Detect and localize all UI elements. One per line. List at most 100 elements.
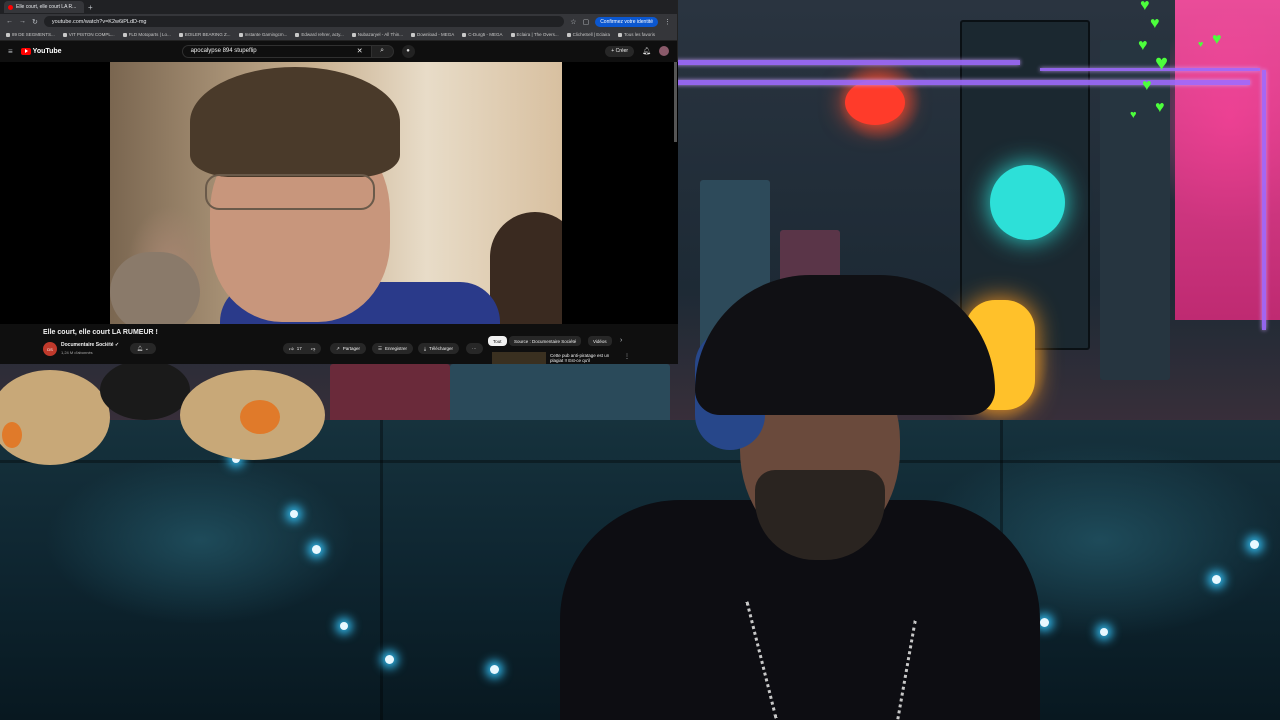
scrollbar[interactable] bbox=[674, 62, 677, 142]
bookmark-item[interactable]: ClicheSell | Eclaira bbox=[566, 32, 610, 37]
background-person bbox=[490, 212, 562, 324]
new-tab-icon[interactable]: + bbox=[88, 3, 93, 12]
background-person bbox=[110, 252, 200, 324]
bookmark-item[interactable]: Instante Gamingcm... bbox=[238, 32, 287, 37]
avatar[interactable] bbox=[659, 46, 669, 56]
star-icon[interactable]: ☆ bbox=[570, 18, 576, 26]
heart-icon: ♥ bbox=[1198, 39, 1204, 49]
chevron-right-icon[interactable]: › bbox=[620, 337, 622, 344]
search-input[interactable]: apocalypse 894 stupeflip ✕ bbox=[181, 44, 372, 58]
teddy-bear bbox=[0, 360, 330, 465]
menu-icon[interactable]: ⋮ bbox=[664, 18, 671, 26]
bookmark-item[interactable]: Download - MEGA bbox=[410, 32, 454, 37]
bookmark-item[interactable]: FLD Motoparts | Lo... bbox=[122, 32, 171, 37]
bookmark-icon bbox=[510, 32, 515, 37]
subscribe-bell-button[interactable]: 🔔︎ ⌄ bbox=[130, 343, 156, 354]
thumbs-up-icon: 👍︎ bbox=[289, 345, 294, 351]
youtube-logo[interactable]: YouTube bbox=[20, 47, 62, 55]
extensions-icon[interactable]: ▢ bbox=[583, 18, 590, 26]
couch-seam bbox=[380, 420, 383, 720]
bookmark-item[interactable]: 89 DE SEGMENTS... bbox=[6, 32, 55, 37]
light-spark bbox=[385, 655, 394, 664]
identity-button[interactable]: Confirmez votre identité bbox=[595, 16, 658, 27]
bookmark-icon bbox=[6, 32, 10, 37]
youtube-header: ≡ YouTube apocalypse 894 stupeflip ✕ ⌕ ●… bbox=[0, 41, 677, 61]
url-input[interactable]: youtube.com/watch?v=K2w6iPLdD-mg bbox=[43, 16, 565, 27]
download-icon: ⤓ bbox=[424, 346, 426, 351]
heart-icon: ♥ bbox=[1138, 37, 1148, 54]
tab-title: Elle court, elle court LA R... bbox=[16, 4, 77, 10]
bookmark-item[interactable]: Tous les favoris bbox=[618, 32, 655, 37]
back-icon[interactable]: ← bbox=[6, 18, 13, 25]
folder-icon bbox=[618, 32, 623, 37]
like-button[interactable]: 👍︎ 17 👎︎ bbox=[283, 343, 322, 354]
light-spark bbox=[1250, 540, 1259, 549]
youtube-favicon-icon bbox=[8, 4, 13, 10]
bookmark-icon bbox=[122, 32, 127, 37]
heart-icon: ♥ bbox=[1212, 31, 1222, 48]
tab-youtube[interactable]: Elle court, elle court LA R... bbox=[4, 1, 84, 13]
save-button[interactable]: ☰ Enregistrer bbox=[372, 343, 414, 354]
download-button[interactable]: ⤓ Télécharger bbox=[418, 343, 460, 354]
building bbox=[330, 364, 450, 424]
red-lamp bbox=[845, 80, 905, 125]
bookmark-icon bbox=[462, 32, 467, 37]
video-frame bbox=[110, 62, 562, 324]
save-icon: ☰ bbox=[378, 345, 383, 351]
forward-icon[interactable]: → bbox=[19, 18, 26, 25]
bookmark-item[interactable]: C-Durg5 - MEGA bbox=[462, 32, 503, 37]
video-player[interactable] bbox=[0, 62, 678, 324]
video-meta: Elle court, elle court LA RUMEUR ! DS Do… bbox=[0, 324, 678, 364]
channel-avatar[interactable]: DS bbox=[43, 342, 57, 356]
like-count: 17 bbox=[296, 346, 302, 351]
clear-search-icon[interactable]: ✕ bbox=[357, 47, 363, 55]
light-spark bbox=[1040, 618, 1049, 627]
bookmark-item[interactable]: VIT PISTON COMPL... bbox=[62, 32, 115, 37]
cyan-lamp bbox=[990, 165, 1065, 240]
search-icon: ⌕ bbox=[380, 47, 385, 54]
bell-icon: 🔔︎ bbox=[137, 345, 144, 352]
recommendation-title[interactable]: Cette pub anti-piratage est un plagiat !… bbox=[550, 353, 622, 363]
overlay-line bbox=[1262, 70, 1266, 330]
overlay-line bbox=[1040, 68, 1260, 71]
stream-scene: ♥ ♥ ♥ ♥ ♥ ♥ ♥ ♥ ♥ Elle court, elle court… bbox=[0, 0, 1280, 720]
teddy-paw bbox=[2, 422, 22, 448]
teddy-fur bbox=[100, 360, 190, 420]
address-bar: ← → ↻ youtube.com/watch?v=K2w6iPLdD-mg ☆… bbox=[0, 14, 677, 29]
bookmark-icon bbox=[351, 32, 356, 37]
mic-button[interactable]: ● bbox=[401, 44, 415, 58]
hamburger-icon[interactable]: ≡ bbox=[8, 47, 13, 56]
channel-name[interactable]: Documentaire Société ✓ bbox=[61, 342, 119, 348]
recommendation-menu-icon[interactable]: ⋮ bbox=[624, 353, 630, 360]
bookmark-item[interactable]: BOILER BEARING Z... bbox=[178, 32, 231, 37]
light-spark bbox=[340, 622, 348, 630]
create-button[interactable]: + Créer bbox=[605, 45, 635, 57]
youtube-play-icon bbox=[20, 47, 31, 55]
chip-source[interactable]: Source : Documentaire Société bbox=[509, 336, 582, 346]
heart-icon: ♥ bbox=[1140, 0, 1150, 14]
recommendation-thumbnail[interactable] bbox=[492, 352, 546, 364]
building bbox=[1100, 40, 1170, 380]
light-spark bbox=[490, 665, 499, 674]
bookmark-item[interactable]: Edward rehrer, acty... bbox=[295, 32, 344, 37]
notifications-icon[interactable]: 🔔︎ bbox=[642, 47, 651, 55]
subscriber-count: 1,24 M d'abonnés bbox=[61, 350, 93, 355]
search-button[interactable]: ⌕ bbox=[371, 44, 394, 58]
bookmark-item[interactable]: Eclaira | The Overs... bbox=[510, 32, 559, 37]
reload-icon[interactable]: ↻ bbox=[32, 18, 38, 26]
light-spark bbox=[290, 510, 298, 518]
browser-window: Elle court, elle court LA R... + ← → ↻ y… bbox=[0, 0, 678, 364]
share-button[interactable]: ↗ Partager bbox=[330, 343, 367, 354]
chip-all[interactable]: Tout bbox=[488, 336, 507, 346]
video-title: Elle court, elle court LA RUMEUR ! bbox=[43, 329, 158, 336]
teddy-fur bbox=[0, 370, 110, 465]
man-hair bbox=[190, 67, 400, 177]
chip-videos[interactable]: Vidéos bbox=[588, 336, 612, 346]
bookmark-icon bbox=[238, 32, 243, 37]
light-spark bbox=[1100, 628, 1108, 636]
chevron-down-icon: ⌄ bbox=[144, 345, 149, 352]
bookmark-item[interactable]: Nubazaryel - All Thin... bbox=[351, 32, 403, 37]
couch-seam bbox=[0, 460, 1280, 463]
bookmark-icon bbox=[410, 32, 415, 37]
more-actions-button[interactable]: ··· bbox=[466, 343, 483, 354]
